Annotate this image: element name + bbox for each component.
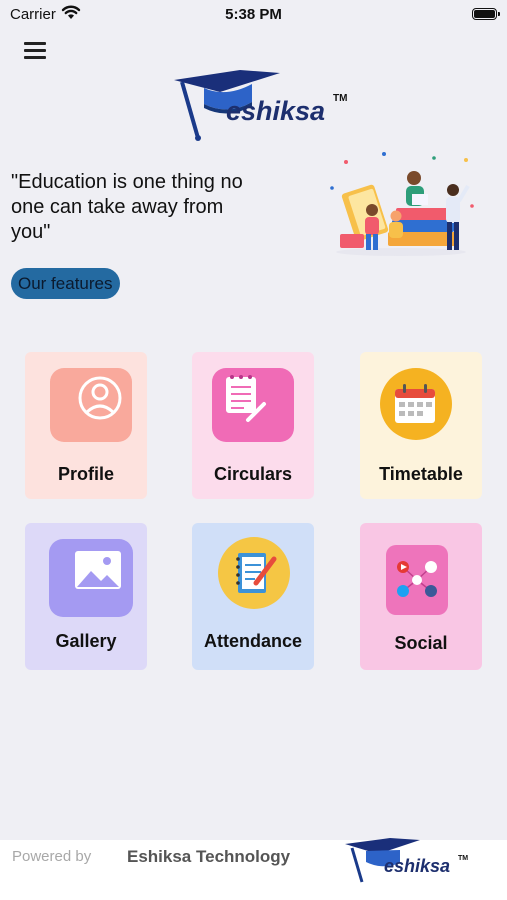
footer-bar: Powered by Eshiksa Technology eshiksa TM [0, 838, 507, 900]
notepad-icon [212, 368, 294, 442]
footer-logo-trademark: TM [458, 855, 468, 862]
battery-icon [472, 8, 500, 20]
company-name[interactable]: Eshiksa Technology [127, 847, 290, 867]
profile-label: Profile [57, 464, 114, 484]
attendance-card[interactable]: Attendance [192, 523, 314, 670]
profile-card[interactable]: Profile [25, 352, 147, 499]
notebook-pencil-icon [218, 537, 290, 609]
gallery-label: Gallery [55, 631, 117, 651]
social-media-icon [386, 545, 448, 615]
logo-trademark: TM [333, 93, 347, 104]
status-bar: Carrier 5:38 PM [0, 0, 507, 30]
students-reading-illustration [330, 152, 474, 256]
attendance-label: Attendance [203, 631, 302, 651]
circulars-label: Circulars [213, 464, 293, 484]
timetable-card[interactable]: Timetable [360, 352, 482, 499]
footer-eshiksa-logo: eshiksa TM [345, 838, 468, 883]
social-card[interactable]: Social [360, 523, 482, 670]
circulars-card[interactable]: Circulars [192, 352, 314, 499]
logo-text: eshiksa [226, 96, 325, 126]
clock-time: 5:38 PM [225, 6, 282, 23]
image-gallery-icon [49, 539, 133, 617]
footer-logo-text: eshiksa [384, 856, 450, 876]
social-label: Social [394, 633, 448, 653]
gallery-card[interactable]: Gallery [25, 523, 147, 670]
hamburger-menu-icon[interactable] [24, 42, 46, 62]
timetable-label: Timetable [379, 464, 463, 484]
powered-by-label: Powered by [12, 848, 92, 865]
user-profile-icon [50, 368, 132, 442]
education-quote: "Education is one thing no one can take … [11, 171, 243, 243]
calendar-icon [380, 368, 452, 440]
eshiksa-logo: eshiksa TM [174, 70, 347, 141]
our-features-button[interactable]: Our features [11, 268, 120, 299]
